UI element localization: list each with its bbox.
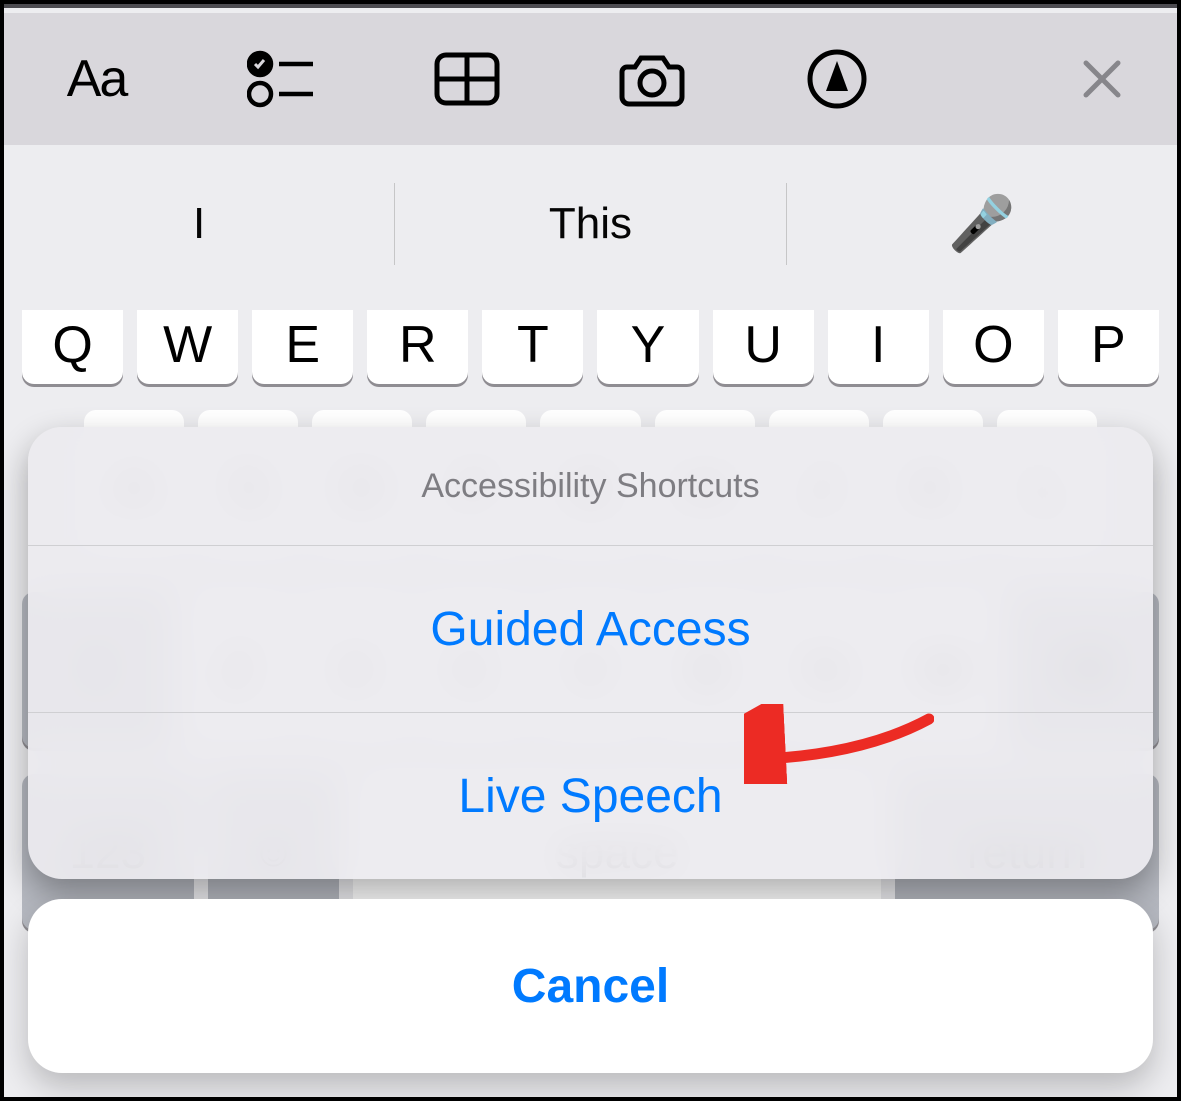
close-icon [1080, 57, 1124, 101]
screen: Aa [0, 0, 1181, 1101]
suggestion-label: I [193, 199, 205, 249]
key-r[interactable]: R [367, 310, 468, 384]
key-e[interactable]: E [252, 310, 353, 384]
camera-button[interactable] [559, 13, 744, 145]
keyboard-row-1: Q W E R T Y U I O P [4, 310, 1177, 384]
suggestion-mic[interactable]: 🎤 [787, 193, 1177, 256]
cancel-button[interactable]: Cancel [28, 899, 1153, 1073]
text-format-icon: Aa [67, 49, 127, 109]
key-q[interactable]: Q [22, 310, 123, 384]
key-w[interactable]: W [137, 310, 238, 384]
format-toolbar: Aa [4, 13, 1177, 145]
status-strip [4, 4, 1177, 8]
suggestion-bar: I This 🎤 [4, 154, 1177, 294]
markup-button[interactable] [744, 13, 929, 145]
option-label: Guided Access [430, 602, 750, 657]
key-o[interactable]: O [943, 310, 1044, 384]
sheet-title: Accessibility Shortcuts [28, 427, 1153, 545]
accessibility-shortcuts-sheet: Accessibility Shortcuts Guided Access Li… [28, 427, 1153, 879]
suggestion-label: This [549, 199, 632, 249]
markup-icon [807, 49, 867, 109]
camera-icon [617, 51, 687, 107]
table-icon [434, 52, 500, 106]
suggestion-this[interactable]: This [395, 199, 785, 249]
key-u[interactable]: U [713, 310, 814, 384]
cancel-label: Cancel [512, 959, 669, 1014]
key-y[interactable]: Y [597, 310, 698, 384]
live-speech-option[interactable]: Live Speech [28, 713, 1153, 879]
checklist-button[interactable] [189, 13, 374, 145]
checklist-icon [247, 49, 317, 109]
suggestion-i[interactable]: I [4, 199, 394, 249]
microphone-icon: 🎤 [948, 193, 1015, 256]
close-toolbar-button[interactable] [1027, 13, 1177, 145]
key-t[interactable]: T [482, 310, 583, 384]
key-p[interactable]: P [1058, 310, 1159, 384]
guided-access-option[interactable]: Guided Access [28, 546, 1153, 712]
table-button[interactable] [374, 13, 559, 145]
text-format-button[interactable]: Aa [4, 13, 189, 145]
option-label: Live Speech [458, 769, 722, 824]
key-i[interactable]: I [828, 310, 929, 384]
